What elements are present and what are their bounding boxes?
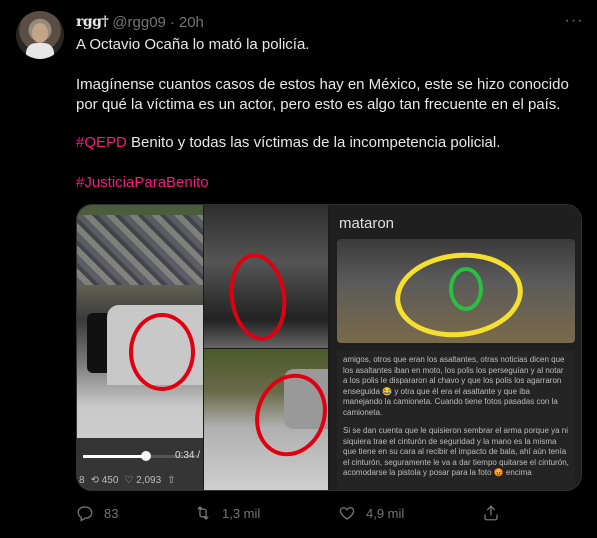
retweet-button[interactable]: 1,3 mil: [194, 502, 260, 524]
avatar-body: [26, 43, 54, 59]
reply-icon: [76, 504, 94, 522]
chat-message: amigos, otros que eran los asaltantes, o…: [337, 351, 575, 490]
video-stat: 8: [79, 475, 85, 486]
video-stat: ⇧: [167, 475, 176, 486]
tweet-text-line2: Imagínense cuantos casos de estos hay en…: [76, 76, 569, 113]
tweet-text-line3: #QEPD Benito y todas las víctimas de la …: [76, 133, 581, 153]
tweet-text-line4: #JusticiaParaBenito: [76, 173, 581, 193]
red-circle-mark: [224, 249, 292, 345]
tweet-text-line3-rest: Benito y todas las víctimas de la incomp…: [126, 134, 501, 151]
video-stat: ♡ 2,093: [124, 475, 162, 486]
chat-paragraph-1: amigos, otros que eran los asaltantes, o…: [343, 355, 565, 417]
chat-title: mataron: [339, 215, 395, 232]
video-scrubber[interactable]: [141, 451, 151, 461]
reply-count: 83: [104, 505, 119, 521]
handle[interactable]: @rgg09: [112, 14, 166, 31]
chat-paragraph-2: Si se dan cuenta que le quisieron sembra…: [343, 426, 569, 477]
hashtag-qepd[interactable]: #QEPD: [76, 134, 127, 151]
video-stats: 8 ⟲ 450 ♡ 2,093 ⇧: [77, 475, 203, 486]
media-grid[interactable]: 0:34 / 8 ⟲ 450 ♡ 2,093 ⇧ mataron amigos,…: [76, 204, 582, 491]
media-photo-2[interactable]: [204, 205, 328, 348]
video-time: 0:34 /: [175, 450, 201, 461]
reply-button[interactable]: 83: [76, 502, 118, 524]
video-progress-fill: [83, 455, 145, 458]
like-icon: [338, 504, 356, 522]
graffiti-wall: [77, 215, 203, 285]
separator: ·: [169, 13, 175, 31]
red-circle-mark: [129, 313, 195, 391]
display-name[interactable]: rgg†: [76, 14, 109, 30]
retweet-count: 1,3 mil: [222, 505, 261, 521]
media-photo-3[interactable]: [204, 349, 339, 490]
tweet[interactable]: rgg† @rgg09 · 20h ··· A Octavio Ocaña lo…: [0, 0, 597, 538]
more-icon[interactable]: ···: [564, 11, 584, 31]
share-icon: [482, 504, 500, 522]
green-circle-mark: [449, 267, 483, 311]
media-screenshot-panel[interactable]: mataron amigos, otros que eran los asalt…: [329, 205, 581, 490]
like-button[interactable]: 4,9 mil: [338, 502, 404, 524]
video-stat: ⟲ 450: [90, 475, 119, 486]
media-video-panel[interactable]: 0:34 / 8 ⟲ 450 ♡ 2,093 ⇧: [77, 205, 203, 490]
like-count: 4,9 mil: [366, 505, 405, 521]
share-button[interactable]: [482, 502, 500, 524]
avatar-face: [32, 23, 48, 43]
timestamp[interactable]: 20h: [179, 14, 204, 31]
action-bar: 83 1,3 mil 4,9 mil: [76, 502, 581, 524]
tweet-header: rgg† @rgg09 · 20h: [76, 12, 204, 32]
avatar[interactable]: [16, 11, 64, 59]
retweet-icon: [194, 504, 212, 522]
hashtag-justicia[interactable]: #JusticiaParaBenito: [76, 174, 209, 191]
tweet-text-line1: A Octavio Ocaña lo mató la policía.: [76, 36, 310, 53]
